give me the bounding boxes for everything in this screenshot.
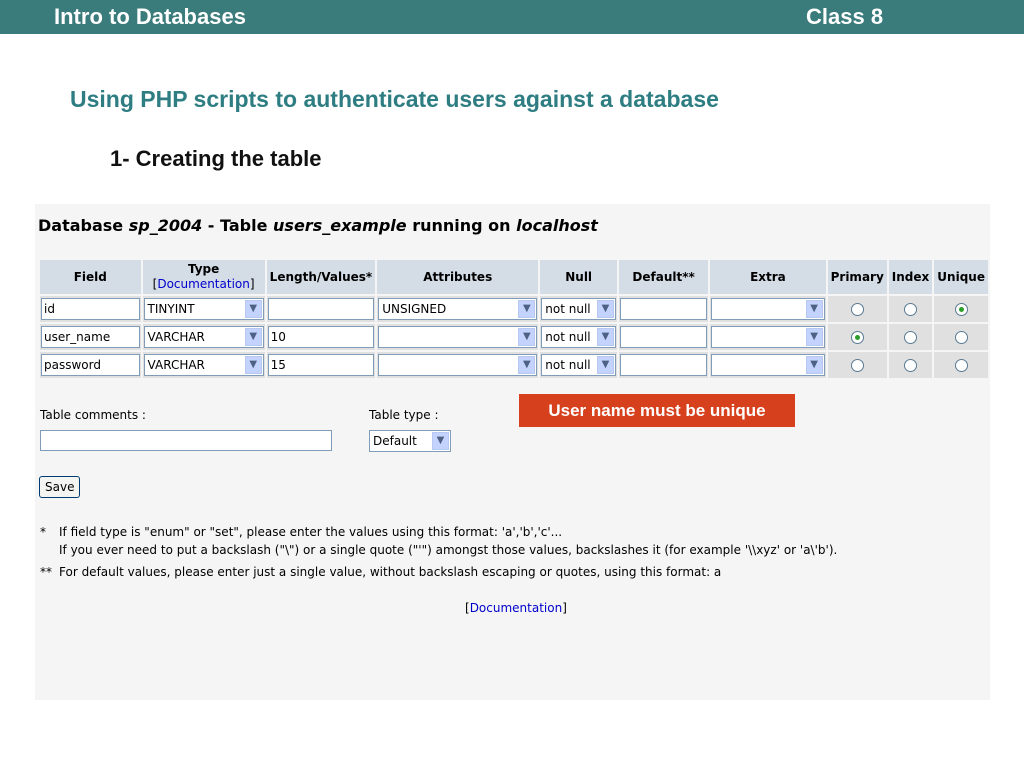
index-radio[interactable] [904,330,918,344]
type-select[interactable]: TINYINT ▼ [143,298,264,320]
chevron-down-icon: ▼ [596,356,614,374]
table-row: id TINYINT ▼ UNSIGNED ▼ not null ▼ ▼ [40,296,988,322]
host-name: localhost [516,216,598,235]
extra-select[interactable]: ▼ [711,298,825,320]
annotation-callout: User name must be unique [519,394,795,427]
footer-documentation: [Documentation] [465,601,567,615]
save-button[interactable]: Save [39,476,81,498]
null-select[interactable]: not null ▼ [541,354,616,376]
slide-subtitle: 1- Creating the table [110,146,322,171]
extra-select[interactable]: ▼ [711,354,825,376]
unique-radio[interactable] [954,358,968,372]
chevron-down-icon: ▼ [244,356,262,374]
chevron-down-icon: ▼ [805,356,823,374]
chevron-down-icon: ▼ [805,328,823,346]
chevron-down-icon: ▼ [805,300,823,318]
footer-documentation-link[interactable]: Documentation [470,601,563,615]
table-type-label: Table type : [369,408,439,422]
table-comments-input[interactable] [40,430,332,451]
col-extra: Extra [710,260,826,294]
col-length: Length/Values* [266,260,376,294]
note-backslash: If you ever need to put a backslash ("\"… [59,543,838,557]
field-definition-table: Field Type [Documentation] Length/Values… [38,258,990,380]
index-radio[interactable] [904,358,918,372]
type-select[interactable]: VARCHAR ▼ [143,354,264,376]
attributes-select[interactable]: ▼ [378,354,538,376]
unique-radio[interactable] [954,302,968,316]
primary-radio[interactable] [850,330,864,344]
table-comments-label: Table comments : [40,408,146,422]
note-star-mark: * [40,525,46,539]
table-row: password VARCHAR ▼ 15 ▼ not null ▼ ▼ [40,352,988,378]
table-name: users_example [273,216,407,235]
chevron-down-icon: ▼ [244,300,262,318]
field-name-input[interactable]: user_name [41,326,140,348]
chevron-down-icon: ▼ [518,300,536,318]
col-index: Index [888,260,933,294]
note-enum-format: If field type is "enum" or "set", please… [59,525,563,539]
database-name: sp_2004 [128,216,203,235]
note-default-values: For default values, please enter just a … [59,565,722,579]
class-number: Class 8 [806,4,884,29]
attributes-select[interactable]: ▼ [378,326,538,348]
col-type: Type [Documentation] [142,260,265,294]
attributes-select[interactable]: UNSIGNED ▼ [378,298,538,320]
index-radio[interactable] [904,302,918,316]
extra-select[interactable]: ▼ [711,326,825,348]
col-primary: Primary [827,260,887,294]
chevron-down-icon: ▼ [596,328,614,346]
null-select[interactable]: not null ▼ [541,326,616,348]
primary-radio[interactable] [850,358,864,372]
default-input[interactable] [619,298,708,320]
field-name-input[interactable]: password [41,354,140,376]
chevron-down-icon: ▼ [518,328,536,346]
table-row: user_name VARCHAR ▼ 10 ▼ not null ▼ ▼ [40,324,988,350]
col-null: Null [540,260,617,294]
length-input[interactable] [267,298,375,320]
chevron-down-icon: ▼ [244,328,262,346]
chevron-down-icon: ▼ [518,356,536,374]
default-input[interactable] [619,354,708,376]
slide-title: Using PHP scripts to authenticate users … [70,86,719,112]
col-field: Field [40,260,141,294]
type-select[interactable]: VARCHAR ▼ [143,326,264,348]
col-unique: Unique [934,260,988,294]
null-select[interactable]: not null ▼ [541,298,616,320]
chevron-down-icon: ▼ [432,432,449,450]
primary-radio[interactable] [850,302,864,316]
unique-radio[interactable] [954,330,968,344]
phpmyadmin-screenshot: Database sp_2004 - Table users_example r… [35,204,990,700]
default-input[interactable] [619,326,708,348]
length-input[interactable]: 10 [267,326,375,348]
col-attributes: Attributes [377,260,539,294]
note-double-star-mark: ** [40,565,52,579]
slide-header-bar: Intro to Databases Class 8 [0,0,1024,34]
chevron-down-icon: ▼ [596,300,614,318]
col-default: Default** [618,260,709,294]
course-title: Intro to Databases [54,4,246,29]
table-type-select[interactable]: Default ▼ [369,430,451,452]
field-name-input[interactable]: id [41,298,140,320]
type-documentation-link[interactable]: Documentation [157,277,250,291]
length-input[interactable]: 15 [267,354,375,376]
table-context-heading: Database sp_2004 - Table users_example r… [38,216,598,235]
